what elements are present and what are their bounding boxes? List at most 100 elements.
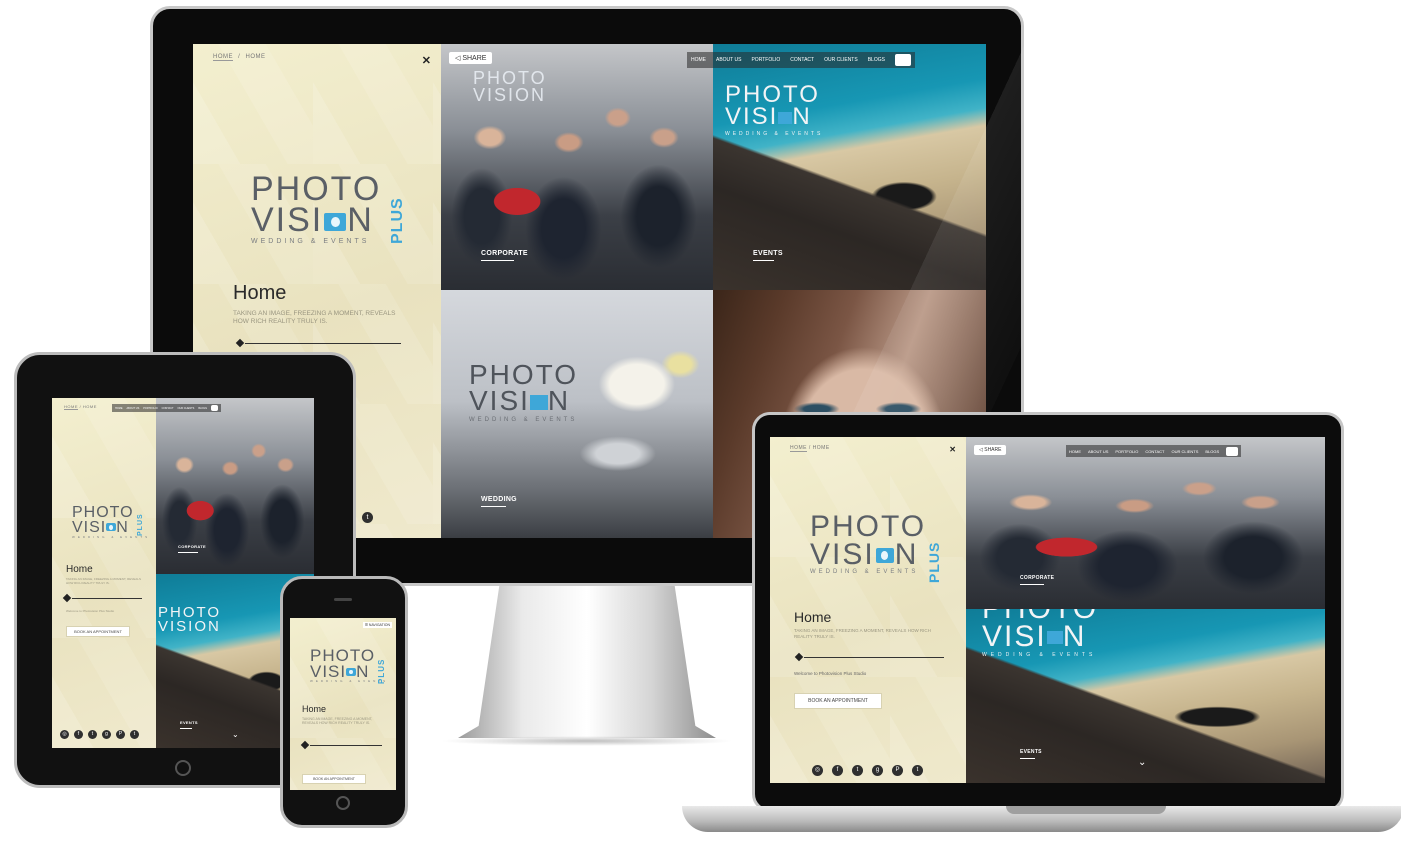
page-title: Home [302, 704, 327, 714]
welcome-text: Welcome to Photovision Plus Studio [794, 671, 867, 676]
tile-corporate[interactable]: CORPORATE [966, 437, 1325, 609]
google-plus-icon[interactable]: g [872, 765, 883, 776]
tile-corporate[interactable]: CORPORATE [156, 398, 314, 574]
social-links: ◎ f t g P t [812, 765, 923, 776]
tile-events[interactable]: PHOTO VISI N WEDDING & EVENTS EVENTS [713, 44, 986, 290]
nav-item-home[interactable]: HOME [1069, 449, 1081, 454]
camera-icon [778, 111, 793, 124]
breadcrumb-separator: / [79, 404, 82, 409]
breadcrumb-separator: / [808, 445, 811, 451]
logo-plus: PLUS [377, 658, 386, 684]
nav-item-home[interactable]: HOME [115, 407, 123, 410]
site-logo[interactable]: PHOTO VISI N WEDDING & EVENTS PLUS [251, 172, 406, 245]
scroll-down-icon[interactable]: ⌄ [1138, 757, 1146, 768]
book-appointment-button[interactable]: BOOK AN APPOINTMENT [794, 693, 882, 709]
page-tagline: TAKING AN IMAGE, FREEZING A MOMENT, REVE… [66, 577, 141, 585]
book-appointment-button[interactable]: BOOK AN APPOINTMENT [302, 774, 366, 784]
logo-subtitle: WEDDING & EVENTS [810, 569, 919, 576]
social-links: ◎ f t g P t [60, 730, 139, 739]
nav-item-contact[interactable]: CONTACT [790, 57, 814, 63]
hamburger-menu-icon[interactable] [210, 405, 218, 411]
breadcrumb-home-link[interactable]: HOME [790, 445, 807, 452]
instagram-icon[interactable]: ◎ [812, 765, 823, 776]
nav-item-blogs[interactable]: BLOGS [198, 407, 207, 410]
site-logo[interactable]: PHOTO VISI N WEDDING & EVENTS PLUS [310, 647, 388, 684]
twitter-icon[interactable]: t [88, 730, 97, 739]
nav-item-blogs[interactable]: BLOGS [1205, 449, 1219, 454]
logo-line-photo: PHOTO [810, 510, 927, 543]
tile-label-events: EVENTS [753, 250, 783, 261]
tile-label-corporate: CORPORATE [1020, 575, 1055, 585]
nav-item-home[interactable]: HOME [691, 57, 706, 63]
tile-logo-overlay: PHOTOVISINWEDDING & EVENTS [982, 609, 1097, 659]
nav-item-clients[interactable]: OUR CLIENTS [824, 57, 858, 63]
tile-wedding[interactable]: PHOTO VISI N WEDDING & EVENTS WEDDING [441, 290, 713, 538]
nav-item-about[interactable]: ABOUT US [127, 407, 140, 410]
nav-item-portfolio[interactable]: PORTFOLIO [1115, 449, 1138, 454]
breadcrumb-home-link[interactable]: HOME [64, 404, 78, 410]
tile-logo-overlay: PHOTO VISION [473, 68, 547, 105]
tile-label-corporate: CORPORATE [481, 250, 528, 261]
phone-screen: ☰ NAVIGATION PHOTO VISI N WEDDING & EVENT… [290, 618, 396, 790]
page-title: Home [66, 564, 93, 575]
breadcrumb-home-link[interactable]: HOME [213, 54, 233, 61]
nav-item-contact[interactable]: CONTACT [162, 407, 174, 410]
nav-item-clients[interactable]: OUR CLIENTS [1171, 449, 1198, 454]
camera-icon [529, 394, 548, 410]
laptop-notch [1006, 806, 1166, 814]
title-divider [310, 745, 382, 746]
hamburger-menu-icon[interactable] [1226, 446, 1239, 456]
top-navigation: HOME ABOUT US PORTFOLIO CONTACT OUR CLIE… [1066, 445, 1242, 457]
logo-line-vision: VISI N [810, 537, 919, 571]
title-divider [245, 343, 401, 344]
tablet-screen: HOME / HOME PHOTO VISI N WEDDING & EVENTS… [52, 398, 314, 748]
tile-label-events: EVENTS [1020, 749, 1042, 759]
phone-speaker [334, 598, 352, 601]
facebook-icon[interactable]: f [74, 730, 83, 739]
logo-plus: PLUS [389, 197, 406, 244]
tile-logo-overlay: PHOTO VISION [158, 604, 222, 635]
share-button[interactable]: ◁ SHARE [974, 445, 1007, 455]
camera-icon [324, 213, 347, 232]
nav-item-about[interactable]: ABOUT US [716, 57, 741, 63]
book-appointment-button[interactable]: BOOK AN APPOINTMENT [66, 626, 130, 637]
tumblr-icon[interactable]: t [912, 765, 923, 776]
nav-item-clients[interactable]: OUR CLIENTS [178, 407, 195, 410]
share-button[interactable]: ◁ SHARE [449, 52, 493, 64]
nav-item-portfolio[interactable]: PORTFOLIO [751, 57, 780, 63]
google-plus-icon[interactable]: g [102, 730, 111, 739]
nav-item-contact[interactable]: CONTACT [1145, 449, 1164, 454]
nav-item-about[interactable]: ABOUT US [1088, 449, 1108, 454]
tablet-home-button [175, 760, 191, 776]
nav-item-blogs[interactable]: BLOGS [868, 57, 885, 63]
tile-events[interactable]: PHOTOVISINWEDDING & EVENTS EVENTS ⌄ [966, 609, 1325, 783]
instagram-icon[interactable]: ◎ [60, 730, 69, 739]
logo-plus: PLUS [137, 513, 144, 536]
tumblr-icon[interactable]: t [130, 730, 139, 739]
top-navigation: HOME ABOUT US PORTFOLIO CONTACT OUR CLIE… [687, 52, 915, 68]
tile-logo-overlay: PHOTOVISINWEDDING & EVENTS [469, 359, 579, 423]
tile-label-corporate: CORPORATE [178, 544, 206, 553]
hamburger-menu-icon[interactable] [894, 54, 911, 66]
site-logo[interactable]: PHOTO VISI N WEDDING & EVENTS PLUS [72, 505, 151, 540]
camera-icon [346, 668, 357, 677]
tile-corporate[interactable]: PHOTO VISION CORPORATE [441, 44, 713, 290]
scroll-down-icon[interactable]: ⌄ [232, 730, 239, 739]
tumblr-icon[interactable]: t [362, 512, 373, 523]
pinterest-icon[interactable]: P [892, 765, 903, 776]
nav-item-portfolio[interactable]: PORTFOLIO [143, 407, 157, 410]
pinterest-icon[interactable]: P [116, 730, 125, 739]
page-title: Home [794, 609, 832, 625]
breadcrumb: HOME / HOME [790, 445, 830, 452]
phone-nav-button[interactable]: ☰ NAVIGATION [362, 622, 392, 628]
close-icon[interactable]: ✕ [422, 54, 431, 67]
logo-subtitle: WEDDING & EVENTS [251, 237, 370, 245]
close-icon[interactable]: ✕ [949, 445, 956, 454]
logo-plus: PLUS [926, 541, 942, 583]
facebook-icon[interactable]: f [832, 765, 843, 776]
twitter-icon[interactable]: t [852, 765, 863, 776]
logo-subtitle: WEDDING & EVENTS [72, 535, 151, 540]
camera-icon [106, 523, 117, 532]
breadcrumb: HOME / HOME [213, 54, 266, 61]
site-logo[interactable]: PHOTO VISI N WEDDING & EVENTS PLUS [810, 510, 942, 583]
